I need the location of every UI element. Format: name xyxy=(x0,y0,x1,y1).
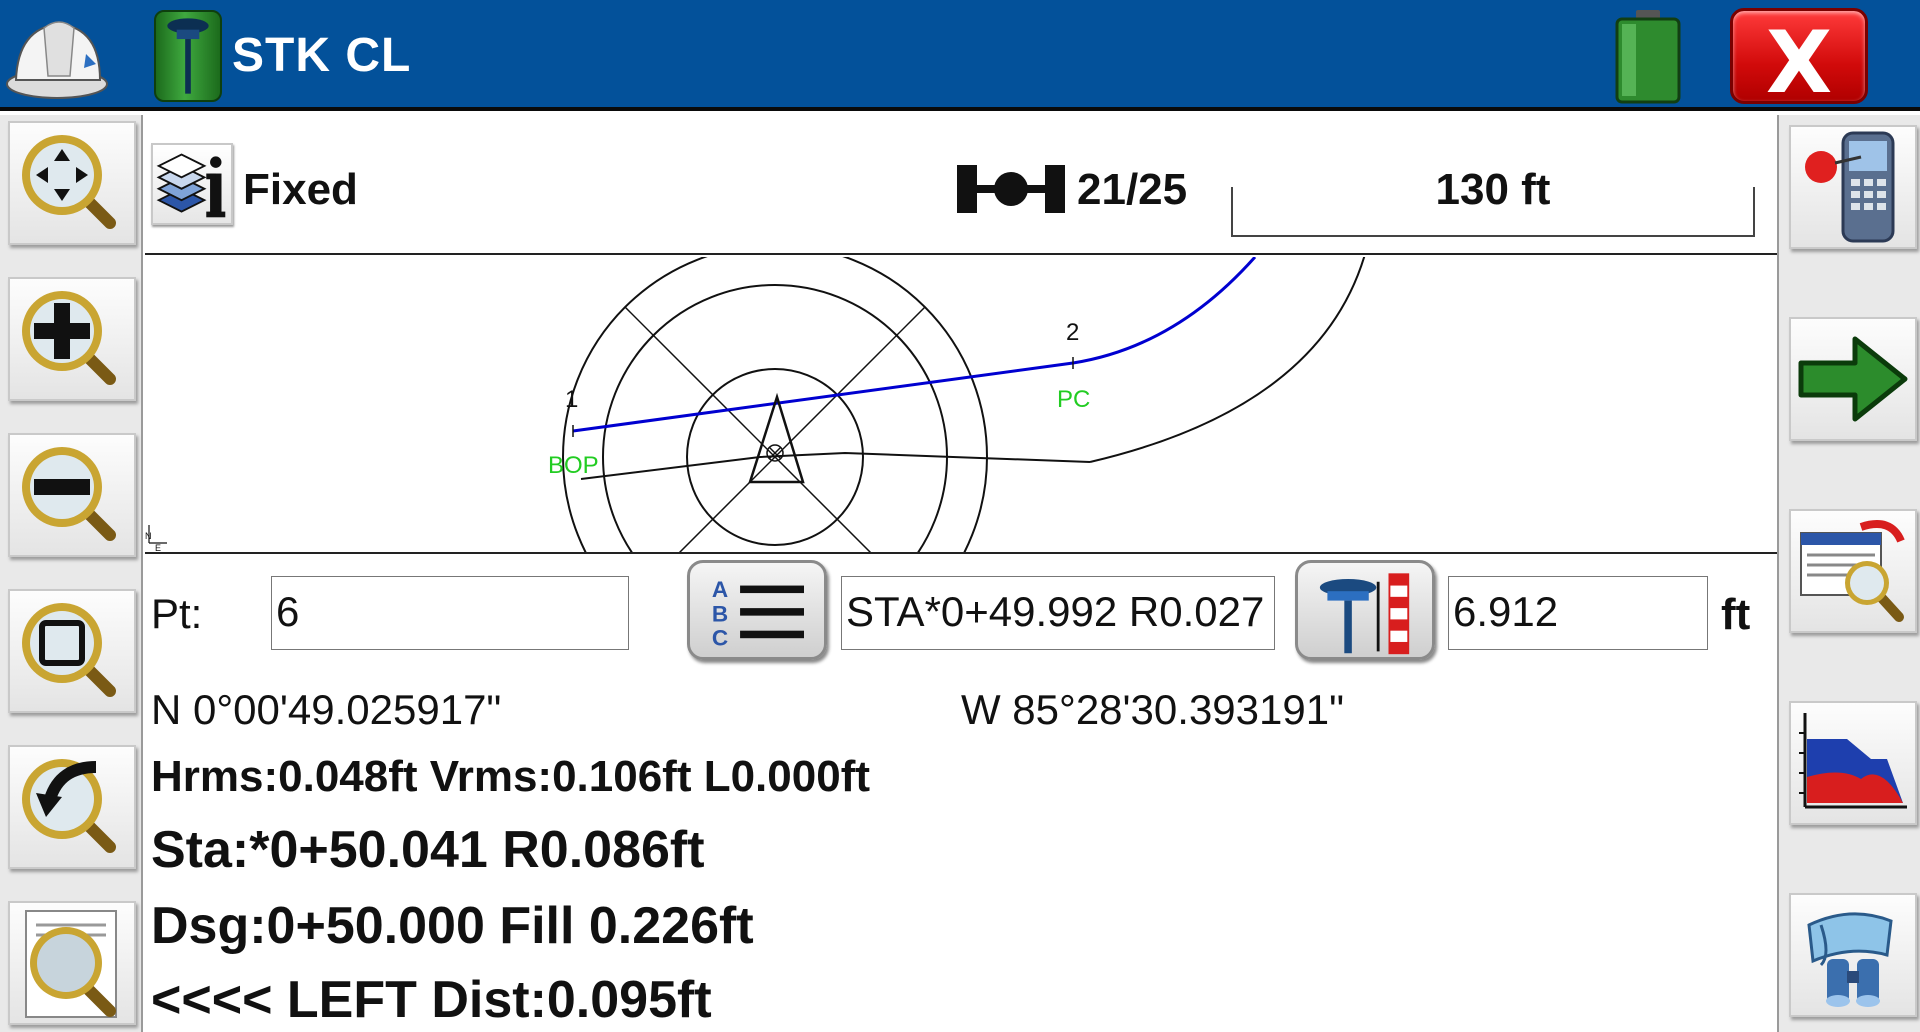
zoom-page-icon xyxy=(25,910,117,1018)
description-list-button[interactable]: A B C xyxy=(687,560,827,660)
left-toolbar xyxy=(0,115,143,1032)
settings-button[interactable] xyxy=(1789,893,1917,1017)
title-bar: STK CL X xyxy=(0,0,1920,113)
zoom-previous-button[interactable] xyxy=(8,745,136,869)
next-arrow-icon xyxy=(1798,336,1908,422)
gps-rover-icon[interactable] xyxy=(154,10,222,102)
latitude-readout: N 0°00'49.025917" xyxy=(151,686,502,733)
road-edge-curve xyxy=(1089,257,1366,463)
profile-chart-icon xyxy=(1799,713,1907,809)
view-details-button[interactable] xyxy=(1789,509,1917,633)
svg-text:A: A xyxy=(712,577,728,602)
longitude-readout: W 85°28'30.393191" xyxy=(961,686,1345,733)
zoom-extents-button[interactable] xyxy=(8,589,136,713)
antenna-height-button[interactable] xyxy=(1295,560,1435,660)
battery-icon xyxy=(1615,10,1681,104)
antenna-height-field[interactable]: 6.912 xyxy=(1448,576,1708,650)
satellite-icon xyxy=(957,165,1065,213)
point-tag-pc: PC xyxy=(1057,386,1090,413)
point-label-1: 1 xyxy=(565,386,578,413)
design-readout: Dsg:0+50.000 Fill 0.226ft xyxy=(151,897,754,955)
map-view[interactable]: 1 BOP 2 PC N E xyxy=(145,257,1777,554)
controller-record-icon xyxy=(1805,131,1895,243)
status-row: Fixed 21/25 130 ft xyxy=(145,115,1777,255)
app-title: STK CL xyxy=(232,29,412,82)
layers-info-button[interactable] xyxy=(151,143,233,225)
station-offset-field[interactable]: STA*0+49.992 R0.027 xyxy=(841,576,1275,650)
svg-text:N: N xyxy=(145,531,152,541)
satellite-count: 21/25 xyxy=(1077,165,1188,214)
zoom-out-icon xyxy=(22,447,116,541)
zoom-previous-icon xyxy=(22,759,116,853)
guidance-readout: <<<< LEFT Dist:0.095ft xyxy=(151,971,712,1029)
close-icon: X xyxy=(1765,13,1833,113)
profile-chart-button[interactable] xyxy=(1789,701,1917,825)
scale-label: 130 ft xyxy=(1435,165,1551,214)
north-arrow-icon: N E xyxy=(145,525,167,553)
pan-zoom-icon xyxy=(22,135,116,229)
antenna-height-icon xyxy=(1319,573,1410,655)
layers-info-icon xyxy=(156,153,226,218)
controller-record-button[interactable] xyxy=(1789,125,1917,249)
app-window: STK CL X Fixed 21/25 130 ft 1 BOP 2 PC N… xyxy=(0,0,1920,1032)
point-number-field[interactable]: 6 xyxy=(271,576,629,650)
point-label: Pt: xyxy=(151,590,203,637)
alignment-line xyxy=(572,257,1257,433)
point-tag-bop: BOP xyxy=(548,452,599,479)
svg-text:E: E xyxy=(155,543,161,553)
settings-binoculars-icon xyxy=(1807,912,1893,1007)
station-readout: Sta:*0+50.041 R0.086ft xyxy=(151,821,705,879)
view-details-icon xyxy=(1800,520,1905,622)
crosshair-line-b xyxy=(678,306,926,552)
zoom-page-button[interactable] xyxy=(8,901,136,1025)
rms-readout: Hrms:0.048ft Vrms:0.106ft L0.000ft xyxy=(151,752,870,801)
zoom-out-button[interactable] xyxy=(8,433,136,557)
fix-status: Fixed xyxy=(243,165,358,214)
hard-hat-icon[interactable] xyxy=(4,6,110,106)
abc-list-icon: A B C xyxy=(712,577,804,651)
pan-zoom-button[interactable] xyxy=(8,121,136,245)
zoom-in-icon xyxy=(22,291,116,385)
road-edge-line xyxy=(580,451,1091,480)
next-button[interactable] xyxy=(1789,317,1917,441)
crosshair-line-a xyxy=(624,306,872,552)
close-button[interactable]: X xyxy=(1730,8,1868,113)
zoom-in-button[interactable] xyxy=(8,277,136,401)
rover-pole-icon xyxy=(167,18,209,94)
svg-text:B: B xyxy=(712,601,728,626)
map-canvas: 1 BOP 2 PC N E xyxy=(145,257,1366,553)
svg-text:C: C xyxy=(712,626,728,651)
point-label-2: 2 xyxy=(1066,319,1079,346)
height-unit: ft xyxy=(1721,590,1751,639)
right-toolbar xyxy=(1777,115,1920,1032)
zoom-extents-icon xyxy=(22,603,116,697)
data-panel: Pt: 6 A B C STA*0+49.992 R0.027 6.912 ft… xyxy=(145,556,1777,1032)
